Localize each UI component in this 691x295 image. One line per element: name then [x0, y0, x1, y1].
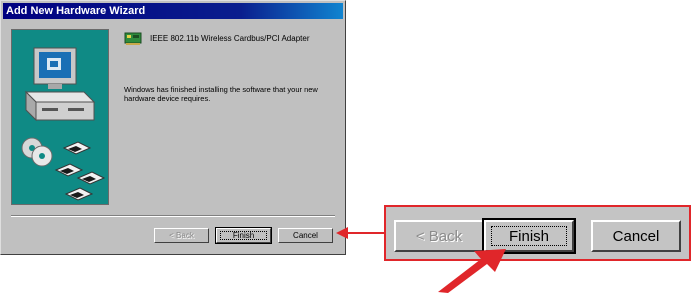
window-title: Add New Hardware Wizard	[6, 5, 146, 17]
device-row: IEEE 802.11b Wireless Cardbus/PCI Adapte…	[124, 31, 310, 46]
window-title-bar[interactable]: Add New Hardware Wizard	[3, 3, 343, 19]
cancel-button[interactable]: Cancel	[278, 228, 333, 243]
zoom-back-button: < Back	[394, 220, 484, 252]
zoom-finish-button: Finish	[482, 218, 576, 254]
back-button[interactable]: < Back	[154, 228, 209, 243]
button-zoom-callout: < Back Finish Cancel	[384, 205, 691, 261]
device-name: IEEE 802.11b Wireless Cardbus/PCI Adapte…	[150, 34, 310, 43]
zoom-cancel-button: Cancel	[591, 220, 681, 252]
wizard-side-panel	[11, 29, 109, 205]
computer-setup-illustration	[21, 47, 106, 201]
installation-complete-message: Windows has finished installing the soft…	[124, 85, 318, 103]
button-separator	[11, 215, 335, 217]
finish-button[interactable]: Finish	[215, 227, 272, 244]
network-card-icon	[124, 32, 142, 45]
add-hardware-wizard-window: Add New Hardware Wizard IEEE 802.11b Wir…	[0, 0, 346, 255]
